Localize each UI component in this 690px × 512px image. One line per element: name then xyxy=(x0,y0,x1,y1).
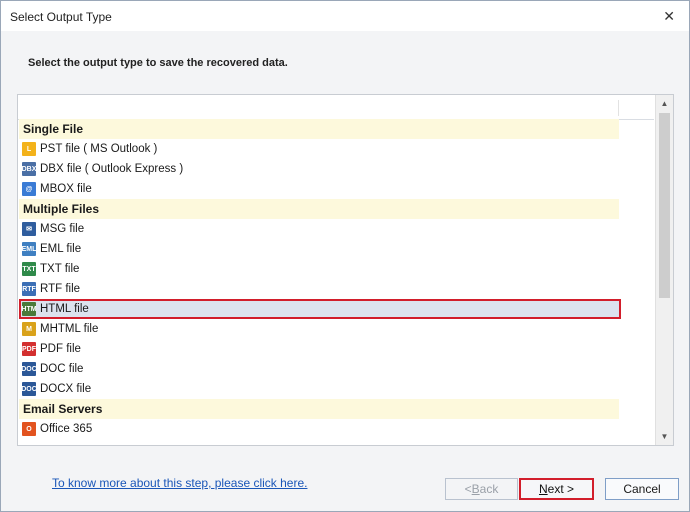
list-item-label: EML file xyxy=(40,243,82,255)
list-item[interactable]: DOC DOC file xyxy=(19,359,619,379)
vertical-scrollbar[interactable]: ▲ ▼ xyxy=(655,95,673,445)
help-link[interactable]: To know more about this step, please cli… xyxy=(52,476,307,490)
window-title: Select Output Type xyxy=(10,10,112,24)
list-item[interactable]: M MHTML file xyxy=(19,319,619,339)
txt-file-icon: TXT xyxy=(22,262,36,276)
list-item[interactable]: EML EML file xyxy=(19,239,619,259)
next-label-rest: ext > xyxy=(547,482,575,496)
close-icon[interactable]: ✕ xyxy=(663,8,675,25)
list-item[interactable]: @ MBOX file xyxy=(19,179,619,199)
list-item-label: Office 365 xyxy=(40,423,93,435)
scroll-down-icon[interactable]: ▼ xyxy=(658,430,671,443)
list-group-header: Multiple Files xyxy=(19,199,619,219)
group-label: Email Servers xyxy=(23,402,103,416)
scroll-up-icon[interactable]: ▲ xyxy=(658,97,671,110)
mbox-file-icon: @ xyxy=(22,182,36,196)
list-item-label: DBX file ( Outlook Express ) xyxy=(40,163,184,175)
list-item[interactable]: HTM HTML file xyxy=(19,299,621,319)
column-separator[interactable] xyxy=(618,100,619,116)
list-item[interactable]: DBX DBX file ( Outlook Express ) xyxy=(19,159,619,179)
pst-file-icon: L xyxy=(22,142,36,156)
back-label-rest: ack xyxy=(479,482,499,496)
docx-file-icon: DOC xyxy=(21,382,37,396)
rtf-file-icon: RTF xyxy=(22,282,36,296)
list-item-label: MHTML file xyxy=(40,323,99,335)
group-label: Single File xyxy=(23,122,84,136)
list-item[interactable]: TXT TXT file xyxy=(19,259,619,279)
list-group-header: Single File xyxy=(19,119,619,139)
back-mnemonic: B xyxy=(471,482,480,496)
next-mnemonic: N xyxy=(538,482,548,496)
eml-file-icon: EML xyxy=(22,242,36,256)
list-item-label: PDF file xyxy=(40,343,81,355)
select-output-type-dialog: Select Output Type ✕ Select the output t… xyxy=(0,0,690,512)
list-rows: Single File L PST file ( MS Outlook ) DBX DB… xyxy=(19,119,653,439)
list-item-label: DOCX file xyxy=(40,383,92,395)
list-item-label: MBOX file xyxy=(40,183,92,195)
list-item[interactable]: RTF RTF file xyxy=(19,279,619,299)
list-item[interactable]: O Office 365 xyxy=(19,419,619,439)
list-item-label: RTF file xyxy=(40,283,81,295)
list-item[interactable]: L PST file ( MS Outlook ) xyxy=(19,139,619,159)
list-item-label: PST file ( MS Outlook ) xyxy=(40,143,158,155)
mhtml-file-icon: M xyxy=(22,322,36,336)
office-365-icon: O xyxy=(22,422,36,436)
back-button[interactable]: < Back xyxy=(445,478,518,500)
list-item-label: TXT file xyxy=(40,263,80,275)
scroll-thumb[interactable] xyxy=(659,113,670,298)
list-item-label: HTML file xyxy=(40,303,89,315)
group-label: Multiple Files xyxy=(23,202,100,216)
list-item[interactable]: ✉ MSG file xyxy=(19,219,619,239)
back-arrow: < xyxy=(464,482,472,496)
next-button[interactable]: Next > xyxy=(519,478,594,500)
instruction-text: Select the output type to save the recov… xyxy=(28,57,288,69)
list-item[interactable]: DOC DOCX file xyxy=(19,379,619,399)
cancel-button[interactable]: Cancel xyxy=(605,478,679,500)
doc-file-icon: DOC xyxy=(21,362,37,376)
list-header xyxy=(18,95,654,120)
dbx-file-icon: DBX xyxy=(22,162,36,176)
output-type-list[interactable]: Single File L PST file ( MS Outlook ) DBX DB… xyxy=(17,94,674,446)
list-item-label: MSG file xyxy=(40,223,85,235)
list-item[interactable]: PDF PDF file xyxy=(19,339,619,359)
list-item-label: DOC file xyxy=(40,363,84,375)
title-bar: Select Output Type ✕ xyxy=(1,1,689,31)
list-group-header: Email Servers xyxy=(19,399,619,419)
msg-file-icon: ✉ xyxy=(22,222,36,236)
pdf-file-icon: PDF xyxy=(22,342,36,356)
html-file-icon: HTM xyxy=(21,302,37,316)
